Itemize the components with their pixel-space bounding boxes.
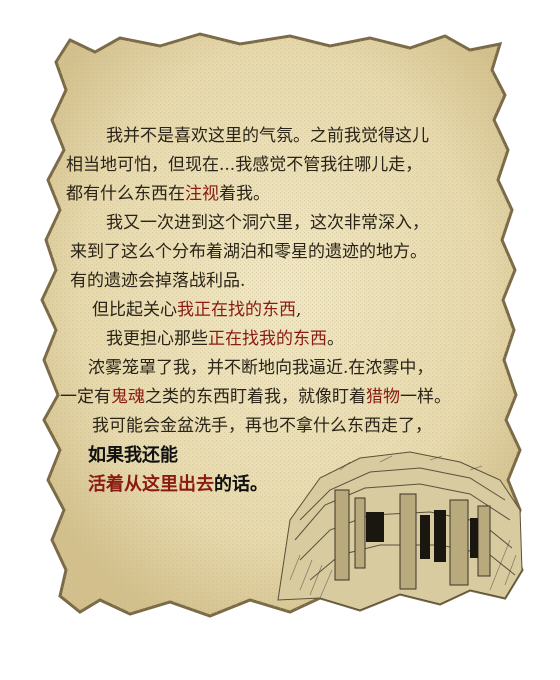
highlight-watching: 注视 — [185, 184, 219, 204]
text: 来到了这么个分布着湖泊和零星的遗迹的地方。 — [70, 242, 427, 262]
highlight-what-i-seek: 我正在找的东西 — [177, 300, 296, 320]
journal-line-5: 来到了这么个分布着湖泊和零星的遗迹的地方。 — [62, 238, 532, 267]
closing-line-2: 活着从这里出去的话。 — [62, 470, 532, 499]
journal-line-9: 浓雾笼罩了我，并不断地向我逼近.在浓雾中， — [62, 354, 532, 383]
journal-line-3: 都有什么东西在注视着我。 — [62, 180, 532, 209]
journal-line-6: 有的遗迹会掉落战利品. — [62, 267, 532, 296]
journal-text: 我并不是喜欢这里的气氛。之前我觉得这儿 相当地可怕，但现在...我感觉不管我往哪… — [60, 122, 532, 499]
text: 的话。 — [214, 474, 268, 495]
closing-line-1: 如果我还能 — [62, 441, 532, 470]
text: 我更担心那些 — [106, 329, 208, 349]
highlight-ghost: 鬼魂 — [111, 387, 145, 407]
journal-line-4: 我又一次进到这个洞穴里，这次非常深入， — [62, 209, 532, 238]
journal-line-8: 我更担心那些正在找我的东西。 — [62, 325, 532, 354]
text: 一样。 — [400, 387, 451, 407]
text: 浓雾笼罩了我，并不断地向我逼近.在浓雾中， — [88, 358, 434, 378]
journal-line-7: 但比起关心我正在找的东西, — [62, 296, 532, 325]
highlight-prey: 猎物 — [366, 387, 400, 407]
text: 我可能会金盆洗手，再也不拿什么东西走了， — [92, 416, 432, 436]
text: 都有什么东西在 — [66, 184, 185, 204]
text: 但比起关心 — [92, 300, 177, 320]
text: 我并不是喜欢这里的气氛。之前我觉得这儿 — [106, 126, 429, 146]
highlight-escape-alive: 活着从这里出去 — [88, 474, 214, 495]
text: 着我。 — [219, 184, 270, 204]
highlight-what-seeks-me: 正在找我的东西 — [208, 329, 327, 349]
text: 之类的东西盯着我，就像盯着 — [145, 387, 366, 407]
text: 一定有 — [60, 387, 111, 407]
text: 相当地可怕，但现在...我感觉不管我往哪儿走， — [66, 155, 423, 175]
text: 有的遗迹会掉落战利品. — [70, 271, 246, 291]
text: , — [296, 300, 302, 320]
text: 。 — [327, 329, 344, 349]
journal-line-11: 我可能会金盆洗手，再也不拿什么东西走了， — [62, 412, 532, 441]
journal-line-2: 相当地可怕，但现在...我感觉不管我往哪儿走， — [62, 151, 532, 180]
journal-line-10: 一定有鬼魂之类的东西盯着我，就像盯着猎物一样。 — [60, 383, 532, 412]
text: 如果我还能 — [88, 445, 178, 466]
journal-line-1: 我并不是喜欢这里的气氛。之前我觉得这儿 — [62, 122, 532, 151]
text: 我又一次进到这个洞穴里，这次非常深入， — [106, 213, 429, 233]
journal-page: 我并不是喜欢这里的气氛。之前我觉得这儿 相当地可怕，但现在...我感觉不管我往哪… — [0, 0, 560, 680]
